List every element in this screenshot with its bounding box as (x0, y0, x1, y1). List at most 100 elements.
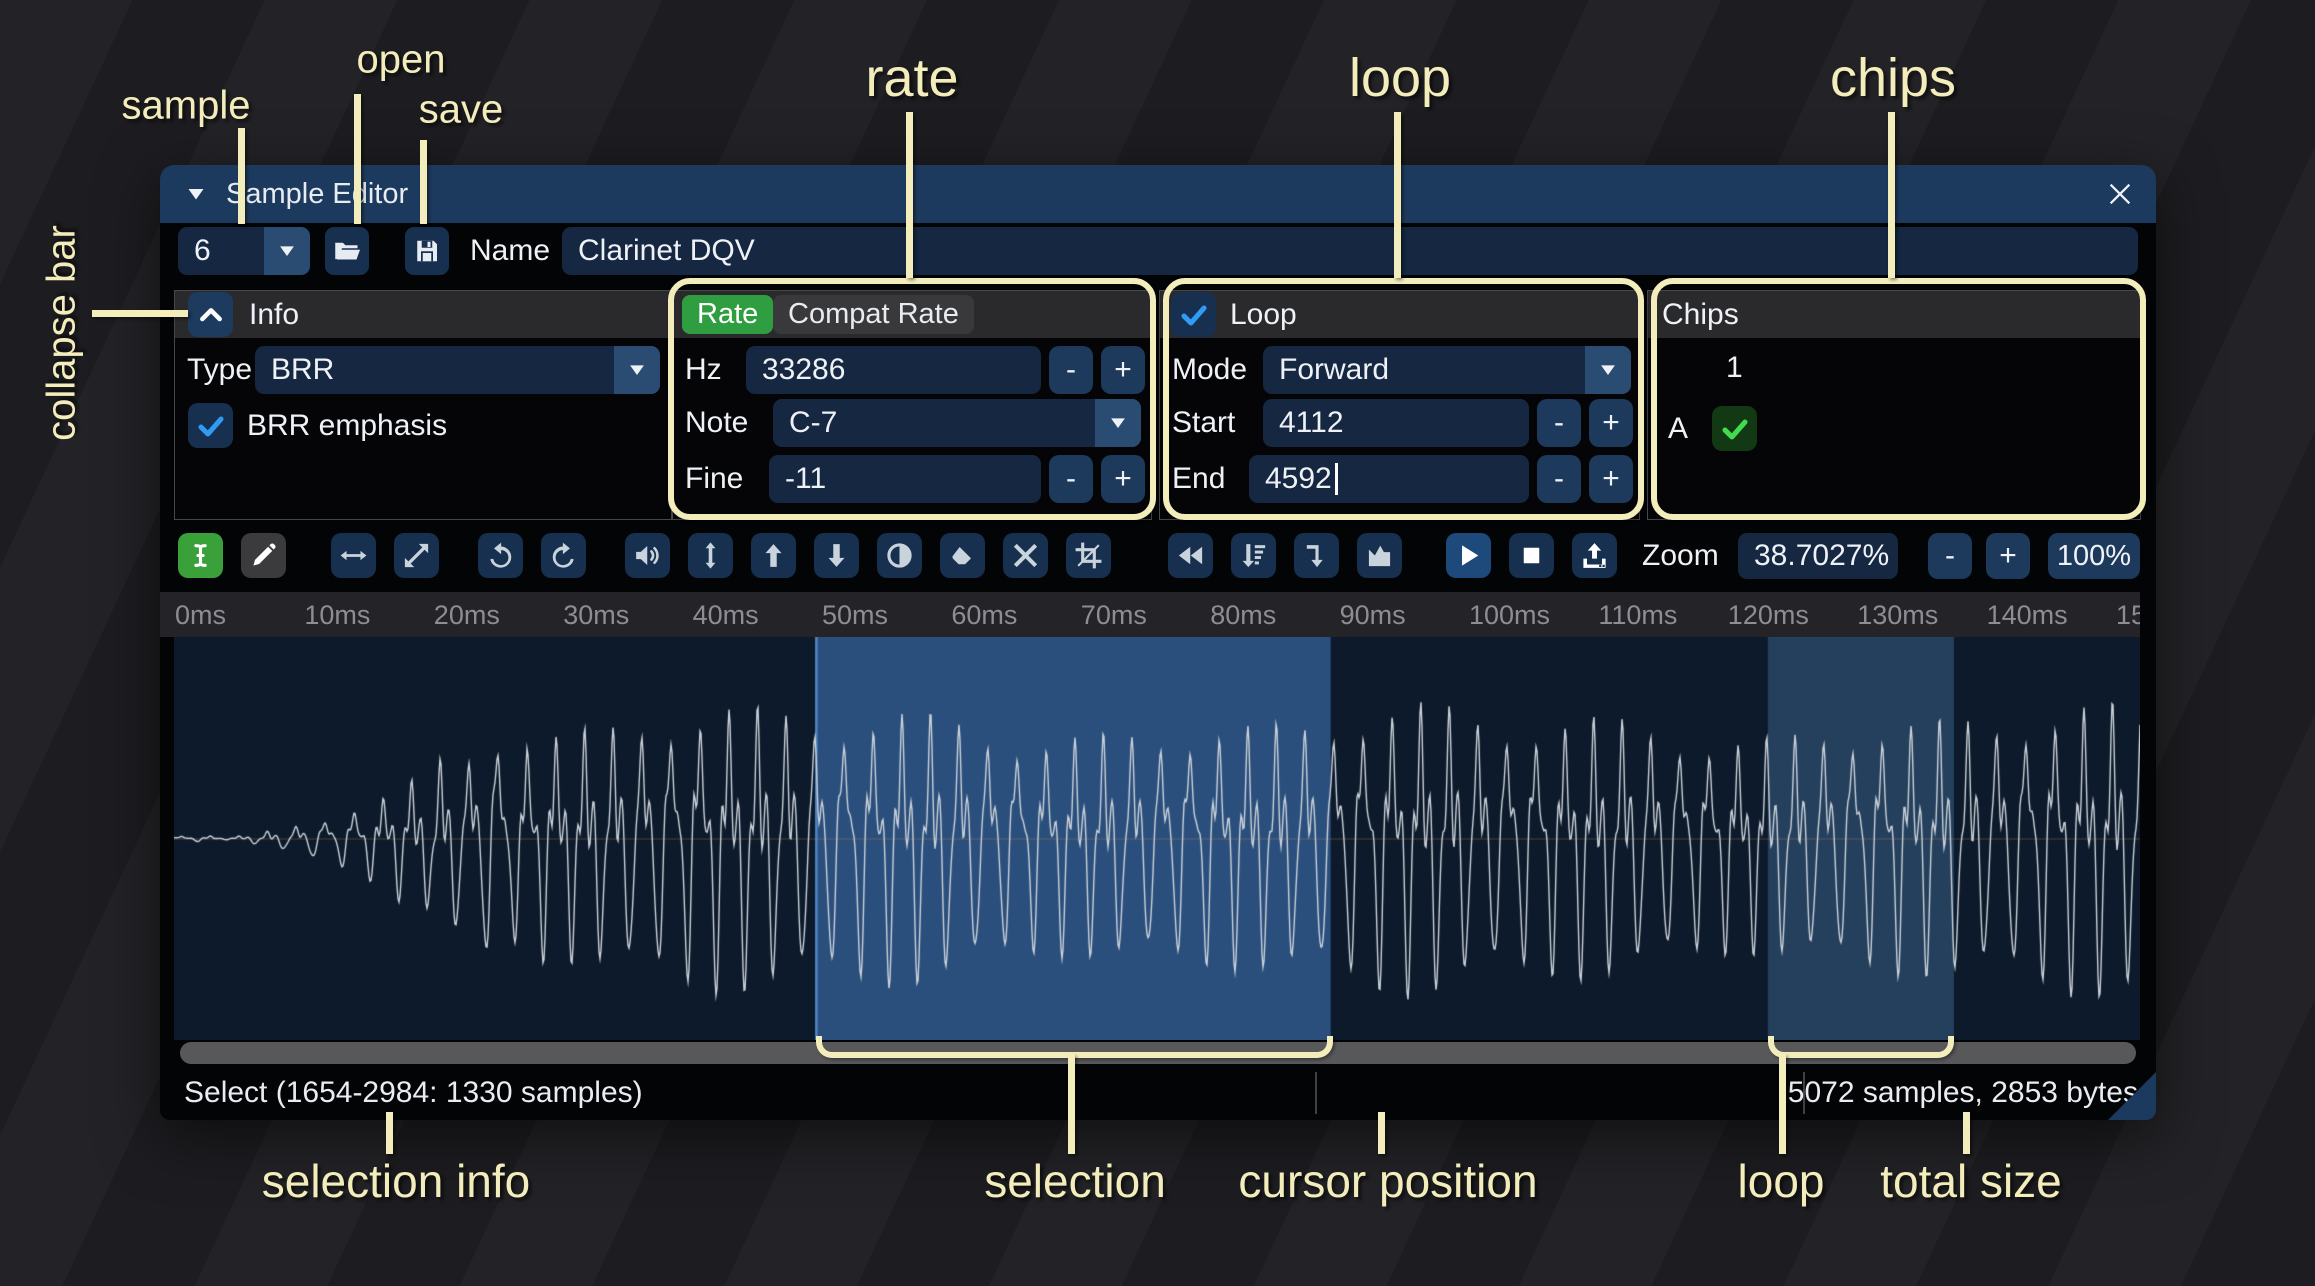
annotation-loop: loop (1348, 48, 1452, 108)
selection-info-text: Select (1654-2984: 1330 samples) (184, 1076, 643, 1109)
collapse-window-icon[interactable] (184, 182, 208, 206)
eraser-icon (947, 540, 978, 571)
stop-button[interactable] (1509, 533, 1554, 578)
invert-button[interactable] (877, 533, 922, 578)
ruler-label: 80ms (1210, 600, 1277, 630)
play-button[interactable] (1446, 533, 1491, 578)
waveform-display[interactable] (174, 637, 2140, 1040)
screen: Sample Editor 6 Name Clarinet DQV Info T… (0, 0, 2315, 1286)
statusbar-divider (1315, 1072, 1317, 1114)
resize-grip[interactable] (2108, 1072, 2156, 1120)
arrow-down-icon (821, 540, 852, 571)
chevron-down-icon[interactable] (614, 346, 660, 394)
annotation-box-loop (1163, 278, 1644, 520)
text-cursor-icon (185, 540, 216, 571)
normalize-button[interactable] (688, 533, 733, 578)
ruler-label: 20ms (433, 600, 500, 630)
zoom-reset-button[interactable]: 100% (2048, 533, 2140, 579)
undo-button[interactable] (478, 533, 523, 578)
zoom-value-field[interactable]: 38.7027% (1738, 533, 1898, 579)
annotation-loop-bottom: loop (1737, 1155, 1825, 1207)
ruler-label: 150ms (2116, 600, 2140, 630)
ruler-label: 120ms (1727, 600, 1809, 630)
close-button[interactable] (2098, 172, 2142, 216)
zoom-value: 38.7027% (1754, 539, 1890, 572)
annotation-line-cursor-position (1378, 1112, 1385, 1154)
collapse-info-button[interactable] (188, 292, 233, 337)
ruler-label: 100ms (1469, 600, 1551, 630)
type-label: Type (187, 353, 253, 386)
ruler-label: 60ms (951, 600, 1018, 630)
ruler-label: 110ms (1598, 600, 1678, 630)
redo-icon (548, 540, 579, 571)
annotation-line-loop (1394, 112, 1401, 278)
resize-button[interactable] (331, 533, 376, 578)
info-panel-header: Info (175, 291, 671, 338)
silence-button[interactable] (940, 533, 985, 578)
fade-in-button[interactable] (751, 533, 796, 578)
sort-down-icon (1238, 540, 1269, 571)
annotation-box-rate (668, 278, 1156, 520)
amplify-button[interactable] (625, 533, 670, 578)
type-dropdown[interactable]: BRR (255, 346, 660, 394)
close-icon (2104, 178, 2136, 210)
info-panel-title: Info (249, 298, 300, 331)
fade-out-button[interactable] (814, 533, 859, 578)
save-sample-button[interactable] (405, 227, 449, 275)
name-label: Name (470, 234, 551, 267)
brr-emphasis-checkbox[interactable] (188, 403, 233, 448)
redo-button[interactable] (541, 533, 586, 578)
ruler-label: 90ms (1339, 600, 1406, 630)
open-sample-button[interactable] (325, 227, 369, 275)
edit-tool-button[interactable] (178, 533, 223, 578)
name-input[interactable]: Clarinet DQV (562, 227, 2138, 275)
annotation-line-chips (1888, 112, 1895, 278)
crop-icon (1073, 540, 1104, 571)
ruler-label: 140ms (1986, 600, 2068, 630)
ruler-label: 50ms (822, 600, 889, 630)
rewind-icon (1175, 540, 1206, 571)
annotation-save: save (418, 87, 504, 132)
annotation-selection-info: selection info (261, 1155, 531, 1207)
play-icon (1453, 540, 1484, 571)
annotation-box-chips (1651, 278, 2146, 520)
trim-button[interactable] (1066, 533, 1111, 578)
annotation-sample: sample (121, 83, 251, 128)
annotation-total-size: total size (1880, 1155, 2062, 1207)
name-value: Clarinet DQV (578, 234, 755, 267)
annotation-selection: selection (984, 1155, 1166, 1207)
draw-tool-button[interactable] (241, 533, 286, 578)
arrows-expand-icon (401, 540, 432, 571)
ruler-label: 0ms (175, 600, 227, 630)
brr-emphasis-label: BRR emphasis (247, 409, 448, 442)
resample-button[interactable] (394, 533, 439, 578)
delete-button[interactable] (1003, 533, 1048, 578)
reverse-button[interactable] (1168, 533, 1213, 578)
total-size-text: 5072 samples, 2853 bytes (1787, 1076, 2138, 1109)
window-title: Sample Editor (226, 177, 409, 210)
waveform-canvas[interactable] (174, 637, 2140, 1040)
insert-silence-button[interactable] (1294, 533, 1339, 578)
annotation-open: open (356, 37, 446, 82)
zoom-in-button[interactable]: + (1986, 533, 2030, 579)
pencil-icon (248, 540, 279, 571)
chevron-up-icon (195, 299, 227, 331)
ruler-label: 40ms (692, 600, 759, 630)
export-button[interactable] (1572, 533, 1617, 578)
stop-icon (1516, 540, 1547, 571)
downsample-button[interactable] (1231, 533, 1276, 578)
arrows-horizontal-icon (338, 540, 369, 571)
annotation-line-selection (1068, 1054, 1075, 1154)
annotation-line-save (420, 140, 427, 224)
chevron-down-icon[interactable] (264, 227, 310, 275)
annotation-line-selection-info (386, 1112, 393, 1154)
info-panel: Info Type BRR BRR emphasis (174, 290, 672, 520)
ruler-label: 70ms (1080, 600, 1147, 630)
annotation-line-sample (238, 128, 245, 224)
sample-selector[interactable]: 6 (178, 227, 310, 275)
save-icon (412, 236, 442, 266)
zoom-out-button[interactable]: - (1928, 533, 1972, 579)
window-titlebar[interactable]: Sample Editor (160, 165, 2156, 223)
filter-button[interactable] (1357, 533, 1402, 578)
status-bar: Select (1654-2984: 1330 samples) 5072 sa… (160, 1066, 2156, 1120)
